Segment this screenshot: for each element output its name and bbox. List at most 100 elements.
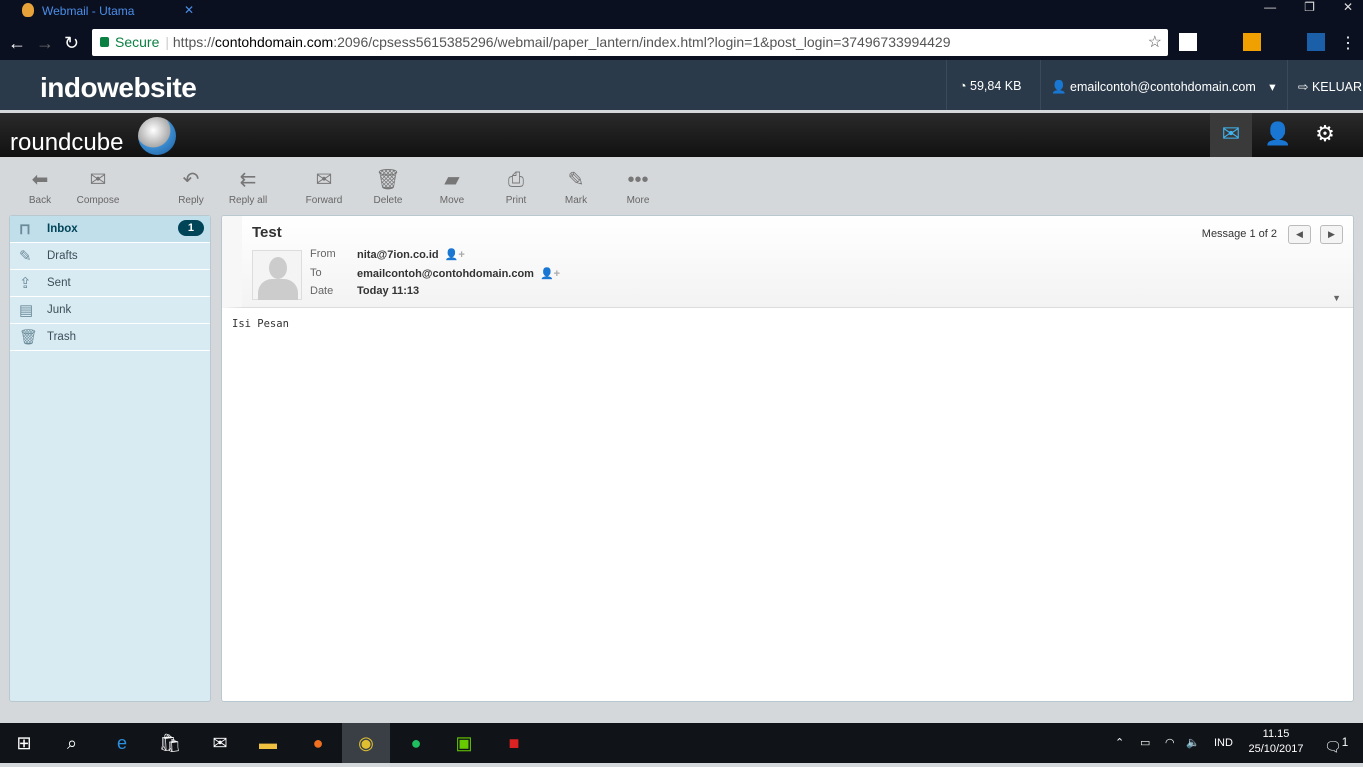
toolbar-mark-button[interactable]: ✎ Mark bbox=[550, 165, 602, 209]
edge-icon[interactable]: e bbox=[98, 723, 146, 763]
download-extension-icon[interactable] bbox=[1243, 33, 1261, 51]
wifi-icon[interactable]: ◠ bbox=[1165, 723, 1175, 763]
toolbar-print-button[interactable]: ⎙ Print bbox=[490, 165, 542, 209]
close-tab-icon[interactable]: ✕ bbox=[184, 3, 194, 17]
disk-usage: ◔ 59,84 KB bbox=[946, 60, 1040, 110]
browser-toolbar: ← → ↻ Secure | https://contohdomain.com:2… bbox=[0, 28, 1363, 60]
account-email: emailcontoh@contohdomain.com bbox=[1070, 80, 1256, 94]
clock[interactable]: 11.15 25/10/2017 bbox=[1246, 723, 1306, 757]
date: 25/10/2017 bbox=[1248, 743, 1304, 755]
address-bar[interactable]: Secure | https://contohdomain.com:2096/cp… bbox=[92, 29, 1168, 56]
logout-button[interactable]: ⇨ KELUAR bbox=[1287, 60, 1363, 110]
more-dots-icon: ••• bbox=[627, 169, 649, 191]
start-button[interactable]: ⊞ bbox=[0, 723, 48, 763]
contacts-icon[interactable]: 👤 bbox=[1257, 113, 1299, 157]
roundcube-header: roundcube ✉ 👤 ⚙ bbox=[0, 113, 1363, 157]
chevron-down-icon: ▾ bbox=[1269, 80, 1276, 94]
restore-button[interactable]: ❐ bbox=[1304, 0, 1315, 14]
volume-icon[interactable]: 🔈 bbox=[1186, 723, 1200, 763]
store-icon[interactable]: 🛍 bbox=[146, 723, 194, 763]
avatar bbox=[252, 250, 302, 300]
inbox-icon: ⊓ bbox=[19, 221, 31, 238]
reload-icon[interactable]: ↻ bbox=[64, 33, 79, 54]
roundcube-logo: roundcube bbox=[10, 129, 124, 156]
forward-icon[interactable]: → bbox=[36, 33, 54, 54]
toolbar-compose-button[interactable]: ✉ Compose bbox=[72, 165, 124, 209]
toolbar-move-button[interactable]: ▰ Move bbox=[426, 165, 478, 209]
mail-app-icon[interactable]: ✉ bbox=[196, 723, 244, 763]
account-menu[interactable]: 👤 emailcontoh@contohdomain.com ▾ bbox=[1040, 60, 1287, 110]
folder-label: Trash bbox=[47, 331, 76, 343]
next-message-button[interactable]: ▶ bbox=[1320, 225, 1343, 244]
search-extension-icon[interactable] bbox=[1307, 33, 1325, 51]
toolbar-label: Delete bbox=[373, 195, 403, 206]
menu-icon[interactable]: ⋮ bbox=[1340, 33, 1356, 53]
folder-move-icon: ▰ bbox=[444, 169, 460, 191]
toolbar-label: Move bbox=[439, 195, 465, 206]
firefox-icon[interactable]: ● bbox=[294, 723, 342, 763]
toolbar-label: More bbox=[626, 195, 650, 206]
add-contact-icon[interactable]: 👤+ bbox=[540, 268, 560, 280]
message-date: Today 11:13 bbox=[357, 285, 420, 297]
printer-icon: ⎙ bbox=[508, 169, 524, 191]
mail-icon[interactable]: ✉ bbox=[1210, 113, 1252, 157]
reply-all-icon: ⇇ bbox=[239, 169, 257, 191]
toolbar-label: Reply bbox=[178, 195, 204, 206]
lock-icon bbox=[100, 37, 109, 47]
secure-label: Secure bbox=[115, 34, 160, 50]
indowebsite-logo: indowebsite bbox=[40, 72, 197, 103]
toolbar-back-button[interactable]: ⬅ Back bbox=[14, 165, 66, 209]
to-address[interactable]: emailcontoh@contohdomain.com bbox=[357, 268, 534, 280]
back-arrow-icon: ⬅ bbox=[31, 169, 49, 191]
folder-trash[interactable]: 🗑 Trash bbox=[10, 324, 210, 351]
url-scheme: https:// bbox=[172, 34, 215, 50]
filezilla-icon[interactable]: ■ bbox=[490, 723, 538, 763]
back-icon[interactable]: ← bbox=[8, 33, 26, 54]
search-icon[interactable]: ⌕ bbox=[48, 723, 96, 763]
toolbar-more-button[interactable]: ••• More bbox=[612, 165, 664, 209]
dreamweaver-icon[interactable]: ▣ bbox=[440, 723, 488, 763]
toolbar-label: Back bbox=[28, 195, 52, 206]
notification-count: 1 bbox=[1341, 736, 1349, 749]
file-explorer-icon[interactable]: ▬ bbox=[244, 723, 292, 763]
taskbar: ⊞ ⌕ e 🛍 ✉ ▬ ● ◉ ● ▣ ■ ⌃ ▭ ◠ 🔈 IND 11.15 2… bbox=[0, 723, 1363, 763]
toolbar-reply-all-button[interactable]: ⇇ Reply all bbox=[222, 165, 274, 209]
language-indicator[interactable]: IND bbox=[1214, 723, 1233, 763]
minimize-button[interactable]: — bbox=[1264, 0, 1276, 14]
tray-chevron-icon[interactable]: ⌃ bbox=[1115, 723, 1124, 763]
compose-icon: ✉ bbox=[89, 169, 107, 191]
toolbar-label: Print bbox=[505, 195, 527, 206]
chrome-icon[interactable]: ◉ bbox=[342, 723, 390, 763]
browser-tab[interactable]: Webmail - Utama ✕ bbox=[14, 0, 204, 22]
folder-inbox[interactable]: ⊓ Inbox 1 bbox=[10, 216, 210, 243]
favicon-icon bbox=[22, 3, 34, 17]
forward-icon: ✉ bbox=[315, 169, 333, 191]
folder-sent[interactable]: ⇪ Sent bbox=[10, 270, 210, 297]
toolbar-label: Mark bbox=[564, 195, 588, 206]
expand-header-icon[interactable]: ▼ bbox=[1332, 293, 1341, 303]
settings-gear-icon[interactable]: ⚙ bbox=[1304, 113, 1346, 157]
from-address[interactable]: nita@7ion.co.id bbox=[357, 249, 439, 261]
toolbar-label: Forward bbox=[305, 195, 343, 206]
toolbar-forward-button[interactable]: ✉ Forward bbox=[298, 165, 350, 209]
add-contact-icon[interactable]: 👤+ bbox=[445, 249, 465, 261]
folder-junk[interactable]: ▤ Junk bbox=[10, 297, 210, 324]
battery-icon[interactable]: ▭ bbox=[1140, 723, 1150, 763]
date-label: Date bbox=[310, 285, 334, 297]
extension-icon[interactable] bbox=[1179, 33, 1197, 51]
url-path: :2096/cpsess5615385296/webmail/paper_lan… bbox=[333, 34, 951, 50]
toolbar-label: Reply all bbox=[228, 195, 268, 206]
folder-label: Sent bbox=[47, 277, 71, 289]
toolbar-reply-button[interactable]: ↶ Reply bbox=[165, 165, 217, 209]
previous-message-button[interactable]: ◀ bbox=[1288, 225, 1311, 244]
messenger-icon[interactable]: ● bbox=[392, 723, 440, 763]
logout-label: KELUAR bbox=[1311, 80, 1362, 94]
pen-icon: ✎ bbox=[567, 169, 585, 191]
folder-drafts[interactable]: ✎ Drafts bbox=[10, 243, 210, 270]
bookmark-star-icon[interactable]: ☆ bbox=[1148, 32, 1162, 52]
notifications-icon[interactable]: 🗨1 bbox=[1324, 723, 1348, 767]
close-window-button[interactable]: ✕ bbox=[1343, 0, 1353, 14]
toolbar-delete-button[interactable]: 🗑 Delete bbox=[362, 165, 414, 209]
message-counter: Message 1 of 2 bbox=[1201, 228, 1277, 240]
from-label: From bbox=[310, 248, 336, 260]
